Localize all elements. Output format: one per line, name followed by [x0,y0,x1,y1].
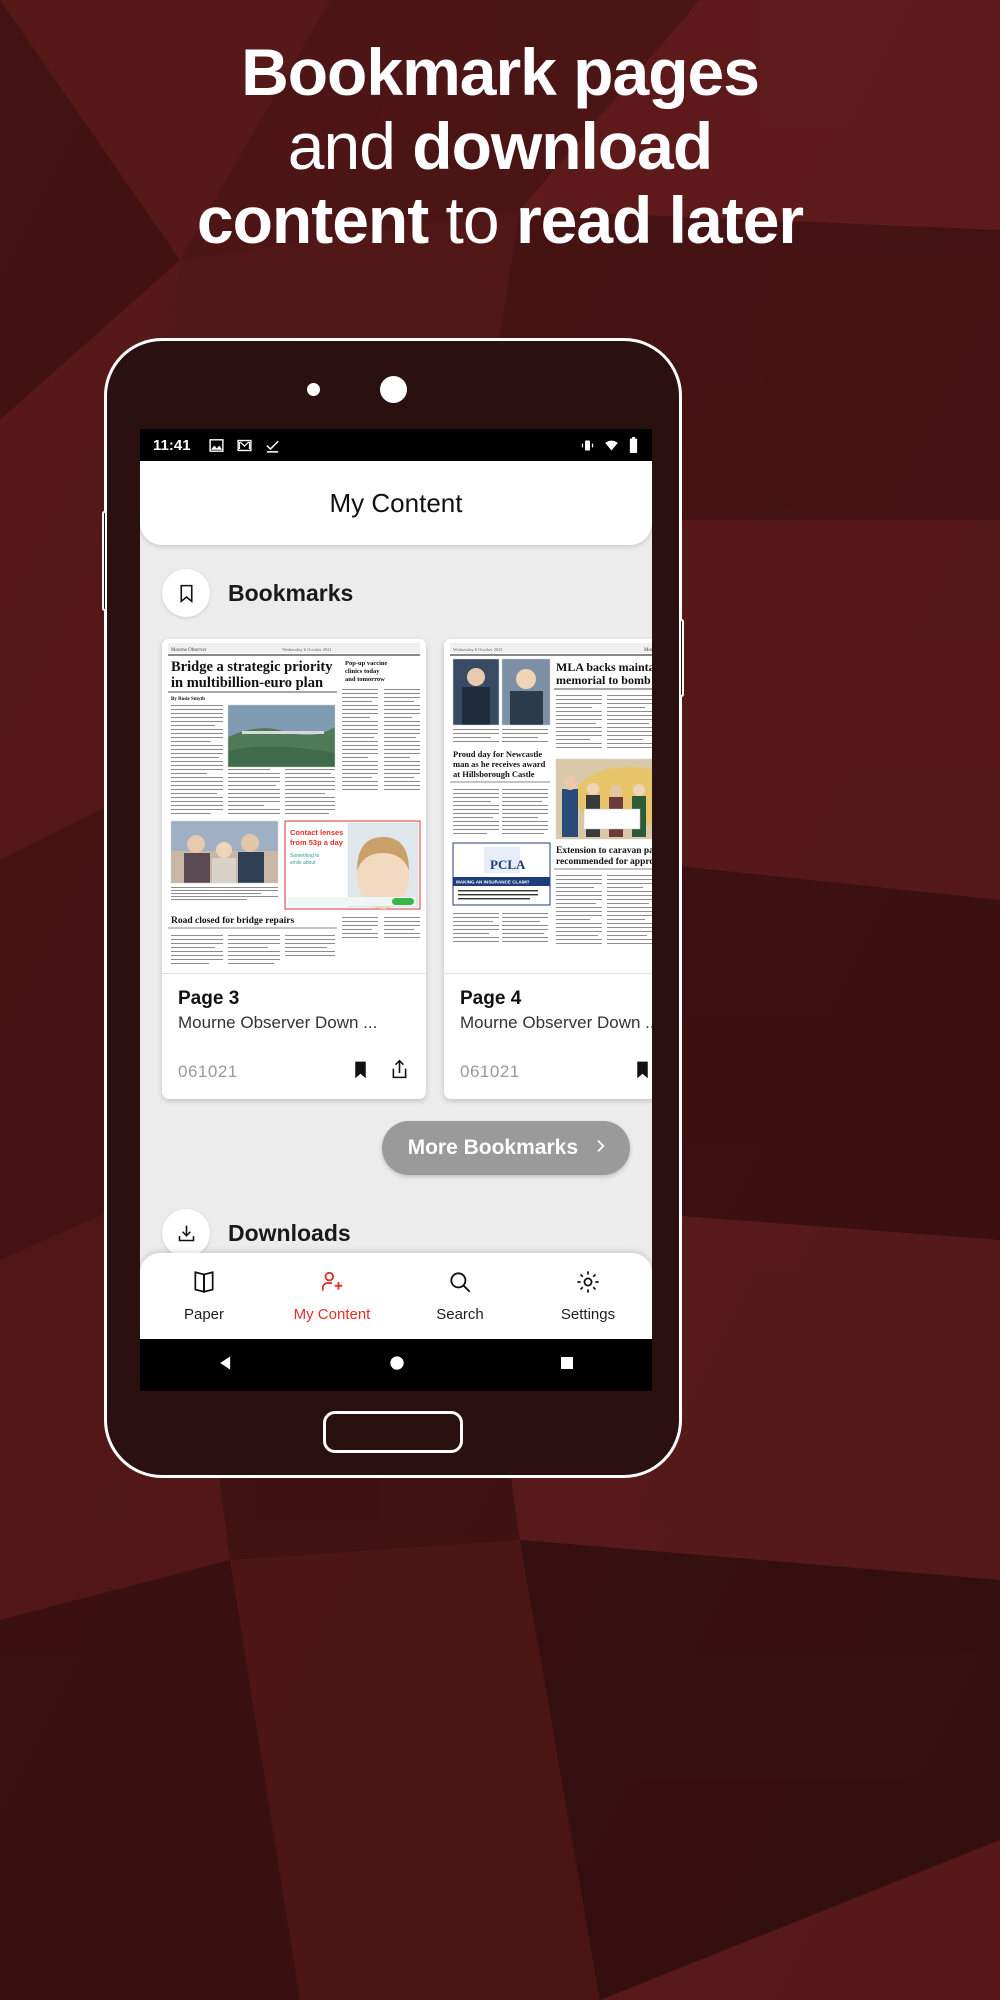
card-date: 061021 [460,1062,520,1081]
svg-text:MAKING AN INSURANCE CLAIM?: MAKING AN INSURANCE CLAIM? [456,880,530,885]
page-thumbnail[interactable]: Mourne Observer Wednesday 6 October 2021… [162,639,426,974]
page-title: My Content [329,487,463,518]
bookmark-card-list: Mourne Observer Wednesday 6 October 2021… [140,625,652,1099]
battery-icon [629,437,638,453]
home-circle-icon[interactable] [387,1353,407,1378]
nav-item-paper[interactable]: Paper [140,1269,268,1323]
card-date: 061021 [178,1062,238,1081]
headline-seg: and [287,108,413,183]
headline-seg: Bookmark pages [241,35,760,109]
svg-text:PCLA: PCLA [490,857,526,872]
gmail-icon [236,439,252,451]
gear-icon [575,1269,601,1300]
status-bar: 11:41 [140,429,652,461]
svg-text:man as he receives award: man as he receives award [453,759,546,769]
headline-line-2: and download [0,108,1000,184]
promo-headline: Bookmark pages and download content to r… [0,35,1000,258]
phone-sensor-dot [307,383,320,396]
bookmark-filled-icon[interactable] [632,1059,652,1085]
headline-seg: download [412,108,713,183]
bookmark-outline-icon [162,569,210,617]
svg-text:recommended for approval: recommended for approval [556,857,652,867]
phone-mockup: 11:41 My Content Bookmarks Mourne Observ… [102,338,684,1478]
wifi-icon [605,440,618,450]
newspaper-page-4-preview: Wednesday 6 October 2021 Mourne Observer… [444,639,652,973]
nav-item-search[interactable]: Search [396,1269,524,1323]
share-icon[interactable] [389,1059,410,1085]
svg-text:Bridge a strategic priority: Bridge a strategic priority [171,659,333,675]
svg-text:Something to: Something to [290,853,320,859]
more-bookmarks-row: More Bookmarks [140,1099,652,1175]
headline-seg: to [445,182,516,257]
svg-text:Proud day for Newcastle: Proud day for Newcastle [453,749,542,759]
card-body: Page 4 Mourne Observer Down ... [444,974,652,1033]
card-subtitle: Mourne Observer Down ... [178,1013,378,1032]
app-bar: My Content [140,461,652,545]
nav-label: Settings [560,1306,616,1323]
nav-item-settings[interactable]: Settings [524,1269,652,1323]
bottom-navigation: Paper My Content Search Settings [140,1253,652,1339]
svg-text:memorial to bomb victim: memorial to bomb victim [556,673,652,687]
headline-line-3: content to read later [0,182,1000,258]
section-title: Bookmarks [228,579,354,606]
person-add-icon [319,1269,345,1300]
more-bookmarks-button[interactable]: More Bookmarks [381,1121,630,1175]
nav-label: My Content [293,1306,371,1323]
card-title: Page 4 [460,988,522,1009]
page-thumbnail[interactable]: Wednesday 6 October 2021 Mourne Observer… [444,639,652,974]
svg-text:Mourne Observer: Mourne Observer [644,648,652,653]
bookmark-filled-icon[interactable] [350,1059,371,1085]
more-bookmarks-label: More Bookmarks [407,1136,578,1159]
section-title: Downloads [228,1219,351,1246]
card-title: Page 3 [178,988,240,1009]
download-icon [162,1209,210,1257]
svg-text:Pop-up vaccine: Pop-up vaccine [345,660,388,667]
headline-seg: read later [515,182,804,257]
bookmark-card[interactable]: Mourne Observer Wednesday 6 October 2021… [162,639,426,1099]
phone-power-button [679,619,684,697]
svg-text:clinics today: clinics today [345,668,380,675]
card-footer: 061021 [162,1033,426,1099]
phone-camera-dot [380,376,407,403]
svg-text:Wednesday 6 October 2021: Wednesday 6 October 2021 [453,647,503,652]
android-navigation-bar [140,1339,652,1391]
search-icon [447,1269,473,1300]
image-icon [208,438,224,452]
svg-text:from 53p a day: from 53p a day [290,838,344,847]
svg-text:MLA backs maintaining: MLA backs maintaining [556,660,652,674]
bookmark-card[interactable]: Wednesday 6 October 2021 Mourne Observer… [444,639,652,1099]
content-scroll[interactable]: Bookmarks Mourne Observer Wednesday 6 Oc… [140,545,652,1305]
svg-text:By Rosie Smyth: By Rosie Smyth [171,697,205,702]
phone-home-indicator [323,1411,463,1453]
task-check-icon [265,440,279,453]
svg-text:Extension to caravan park: Extension to caravan park [556,846,652,856]
phone-screen: 11:41 My Content Bookmarks Mourne Observ… [140,429,652,1391]
card-subtitle: Mourne Observer Down ... [460,1013,652,1032]
vibrate-icon [581,440,594,450]
nav-item-my-content[interactable]: My Content [268,1269,396,1323]
svg-text:Wednesday 6 October 2021: Wednesday 6 October 2021 [282,647,332,652]
back-triangle-icon[interactable] [216,1353,236,1378]
nav-label: Paper [183,1306,225,1323]
card-footer: 061021 [444,1033,652,1099]
svg-text:and tomorrow: and tomorrow [345,676,385,683]
svg-text:at Hillsborough Castle: at Hillsborough Castle [453,769,535,779]
chevron-right-icon [592,1136,608,1160]
card-body: Page 3 Mourne Observer Down ... [162,974,426,1033]
svg-text:in multibillion-euro plan: in multibillion-euro plan [171,675,323,691]
newspaper-page-3-preview: Mourne Observer Wednesday 6 October 2021… [162,639,426,973]
phone-volume-button [102,511,107,611]
headline-line-1: Bookmark pages [0,35,1000,110]
svg-text:Contact lenses: Contact lenses [290,828,343,837]
status-time: 11:41 [153,436,191,454]
svg-text:smile about: smile about [290,860,316,866]
svg-text:Mourne Observer: Mourne Observer [171,648,207,653]
headline-seg: content [196,182,446,257]
recents-square-icon[interactable] [558,1354,576,1377]
section-header-bookmarks: Bookmarks [140,561,652,625]
svg-text:Road closed for bridge repairs: Road closed for bridge repairs [171,916,294,926]
paper-book-icon [191,1269,217,1300]
nav-label: Search [436,1306,484,1323]
